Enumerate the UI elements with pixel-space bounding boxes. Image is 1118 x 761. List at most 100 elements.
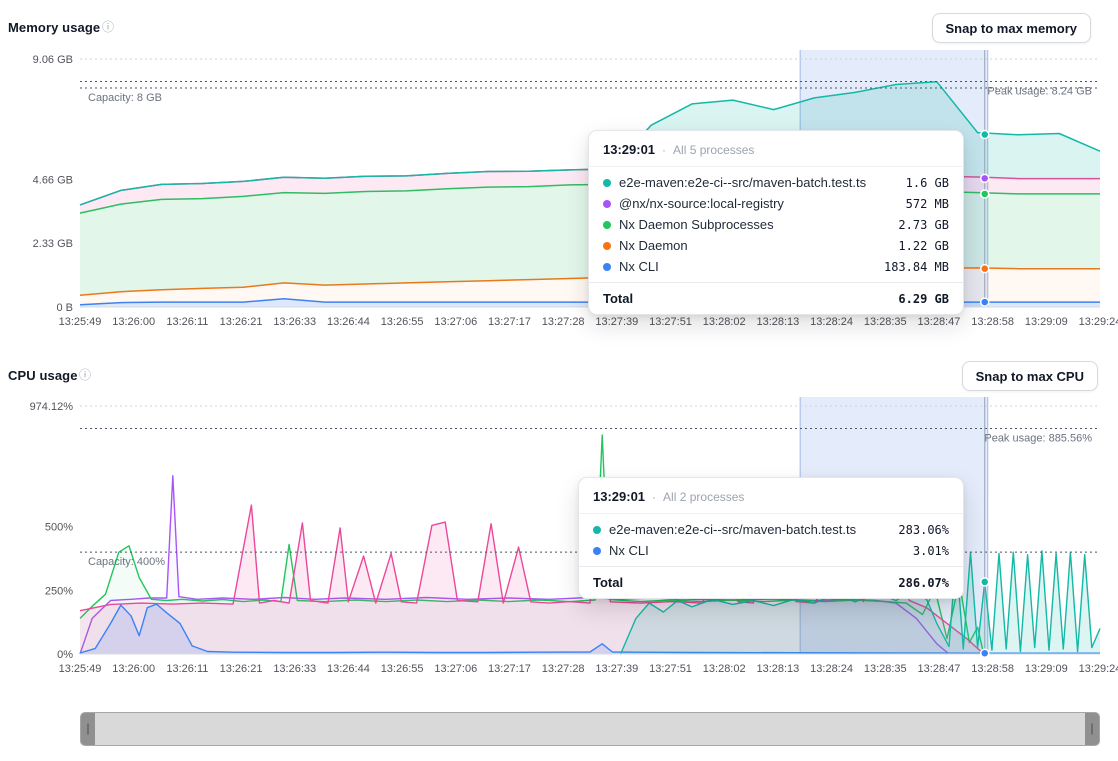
tooltip-process-row: e2e-maven:e2e-ci--src/maven-batch.test.t…: [589, 172, 963, 193]
hover-dot: [981, 190, 989, 198]
process-name: Nx Daemon: [619, 238, 890, 253]
hover-dot: [981, 578, 989, 586]
tooltip-total-value: 6.29 GB: [898, 292, 949, 306]
x-axis-tick-label: 13:26:00: [112, 663, 155, 675]
x-axis-tick-label: 13:27:28: [542, 663, 585, 675]
x-axis-tick-label: 13:26:55: [381, 316, 424, 328]
info-icon[interactable]: ⓘ: [79, 369, 91, 381]
memory-tooltip: 13:29:01 · All 5 processes e2e-maven:e2e…: [588, 130, 964, 315]
tooltip-total-label: Total: [593, 575, 623, 590]
tooltip-process-row: @nx/nx-source:local-registry572 MB: [589, 193, 963, 214]
y-axis-tick-label: 0%: [57, 649, 73, 661]
x-axis-tick-label: 13:29:24: [1079, 316, 1118, 328]
x-axis-tick-label: 13:28:35: [864, 663, 907, 675]
x-axis-tick-label: 13:28:58: [971, 663, 1014, 675]
tooltip-subtitle: All 5 processes: [673, 143, 754, 157]
process-color-dot: [603, 221, 611, 229]
x-axis-tick-label: 13:28:35: [864, 316, 907, 328]
x-axis-tick-label: 13:29:24: [1079, 663, 1118, 675]
tooltip-subtitle: All 2 processes: [663, 490, 744, 504]
y-axis-tick-label: 250%: [45, 585, 73, 597]
process-value: 2.73 GB: [898, 218, 949, 232]
x-axis-tick-label: 13:26:21: [220, 663, 263, 675]
x-axis-tick-label: 13:28:24: [810, 663, 853, 675]
x-axis-tick-label: 13:26:33: [273, 316, 316, 328]
process-color-dot: [603, 200, 611, 208]
x-axis-tick-label: 13:26:33: [273, 663, 316, 675]
tooltip-separator: ·: [652, 490, 656, 504]
info-icon[interactable]: ⓘ: [102, 21, 114, 33]
x-axis-tick-label: 13:28:24: [810, 316, 853, 328]
tooltip-total-row: Total 286.07%: [579, 566, 963, 598]
process-color-dot: [593, 526, 601, 534]
process-color-dot: [603, 242, 611, 250]
x-axis-tick-label: 13:26:11: [166, 663, 208, 675]
hover-dot: [981, 131, 989, 139]
x-axis-tick-label: 13:29:09: [1025, 316, 1068, 328]
x-axis-tick-label: 13:27:51: [649, 316, 692, 328]
process-name: e2e-maven:e2e-ci--src/maven-batch.test.t…: [609, 522, 890, 537]
hover-dot: [981, 174, 989, 182]
tooltip-separator: ·: [662, 143, 666, 157]
x-axis-tick-label: 13:28:47: [918, 663, 961, 675]
hover-dot: [981, 265, 989, 273]
capacity-label: Capacity: 400%: [88, 556, 165, 568]
x-axis-tick-label: 13:28:13: [756, 663, 799, 675]
tooltip-total-row: Total 6.29 GB: [589, 282, 963, 314]
tooltip-process-row: Nx CLI 183.84 MB: [589, 256, 963, 277]
x-axis-tick-label: 13:28:47: [918, 316, 961, 328]
tooltip-time: 13:29:01: [593, 489, 645, 504]
x-axis-tick-label: 13:27:51: [649, 663, 692, 675]
y-axis-tick-label: 4.66 GB: [33, 174, 73, 186]
process-color-dot: [593, 547, 601, 555]
tooltip-total-label: Total: [603, 291, 633, 306]
process-name: Nx CLI: [619, 259, 876, 274]
hover-dot: [981, 649, 989, 657]
scrollbar-handle-left[interactable]: [81, 713, 95, 745]
x-axis-tick-label: 13:27:28: [542, 316, 585, 328]
y-axis-tick-label: 0 B: [56, 302, 73, 314]
cpu-section-title: CPU usage: [8, 368, 78, 383]
tooltip-total-value: 286.07%: [898, 576, 949, 590]
process-name: e2e-maven:e2e-ci--src/maven-batch.test.t…: [619, 175, 898, 190]
x-axis-tick-label: 13:26:11: [166, 316, 208, 328]
x-axis-tick-label: 13:27:06: [434, 663, 477, 675]
x-axis-tick-label: 13:26:21: [220, 316, 263, 328]
x-axis-tick-label: 13:27:06: [434, 316, 477, 328]
x-axis-tick-label: 13:28:02: [703, 316, 746, 328]
process-name: Nx Daemon Subprocesses: [619, 217, 890, 232]
y-axis-tick-label: 974.12%: [30, 401, 74, 413]
process-name: Nx CLI: [609, 543, 905, 558]
hover-dot: [981, 298, 989, 306]
x-axis-tick-label: 13:27:17: [488, 663, 531, 675]
process-value: 283.06%: [898, 523, 949, 537]
x-axis-tick-label: 13:27:39: [595, 663, 638, 675]
y-axis-tick-label: 500%: [45, 522, 73, 534]
x-axis-tick-label: 13:26:00: [112, 316, 155, 328]
scrollbar-handle-right[interactable]: [1085, 713, 1099, 745]
peak-label: Peak usage: 8.24 GB: [987, 85, 1092, 97]
scrollbar-track[interactable]: [95, 713, 1085, 745]
nx-profiler-page: Memory usage ⓘ Snap to max memory 9.06 G…: [0, 0, 1118, 761]
x-axis-tick-label: 13:27:17: [488, 316, 531, 328]
tooltip-process-row: e2e-maven:e2e-ci--src/maven-batch.test.t…: [579, 519, 963, 540]
process-value: 183.84 MB: [884, 260, 949, 274]
process-value: 1.22 GB: [898, 239, 949, 253]
x-axis-tick-label: 13:27:39: [595, 316, 638, 328]
process-color-dot: [603, 263, 611, 271]
snap-to-max-cpu-button[interactable]: Snap to max CPU: [962, 361, 1098, 391]
tooltip-process-list: e2e-maven:e2e-ci--src/maven-batch.test.t…: [579, 514, 963, 564]
x-axis-tick-label: 13:28:13: [756, 316, 799, 328]
y-axis-tick-label: 2.33 GB: [33, 238, 73, 250]
process-value: 572 MB: [906, 197, 949, 211]
tooltip-process-list: e2e-maven:e2e-ci--src/maven-batch.test.t…: [589, 167, 963, 280]
x-axis-tick-label: 13:25:49: [59, 663, 102, 675]
process-color-dot: [603, 179, 611, 187]
x-axis-tick-label: 13:28:02: [703, 663, 746, 675]
timeline-scrollbar[interactable]: [80, 712, 1100, 746]
x-axis-tick-label: 13:26:44: [327, 316, 370, 328]
x-axis-tick-label: 13:25:49: [59, 316, 102, 328]
tooltip-header: 13:29:01 · All 5 processes: [589, 131, 963, 167]
snap-to-max-memory-button[interactable]: Snap to max memory: [932, 13, 1092, 43]
x-axis-tick-label: 13:29:09: [1025, 663, 1068, 675]
